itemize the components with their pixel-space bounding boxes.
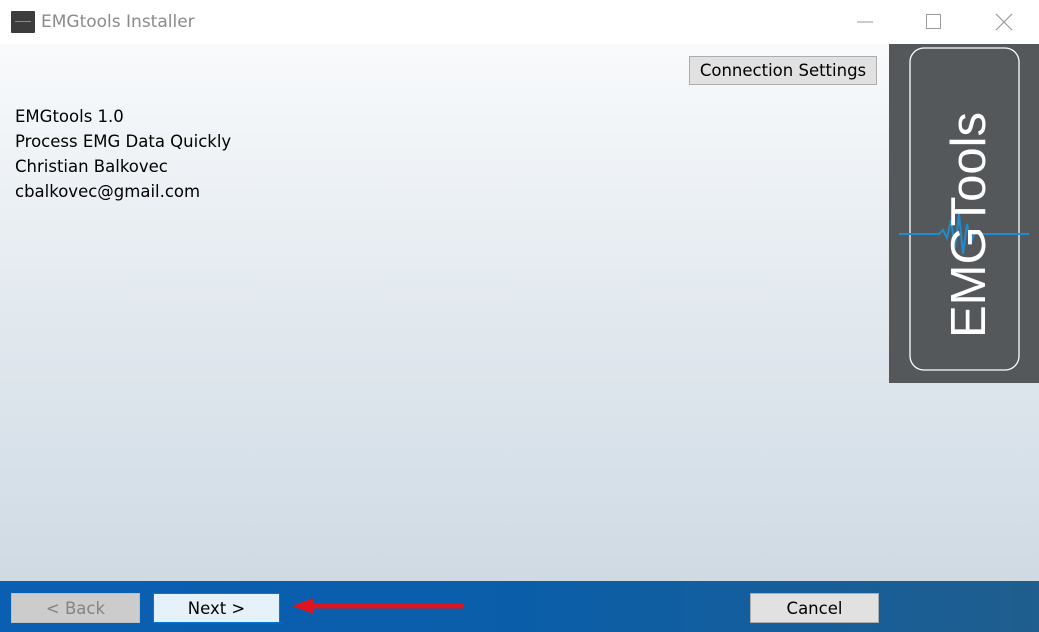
logo-panel: EMGTools: [889, 44, 1039, 383]
minimize-icon: [857, 21, 873, 23]
footer-bar: < Back Next > Cancel: [0, 581, 1039, 632]
close-button[interactable]: [981, 0, 1027, 44]
product-info: EMGtools 1.0 Process EMG Data Quickly Ch…: [15, 104, 231, 204]
app-icon: [11, 11, 35, 33]
minimize-button[interactable]: [842, 0, 888, 44]
installer-window: EMGtools Installer Connection Settings E…: [0, 0, 1039, 632]
close-icon: [995, 13, 1013, 31]
back-button[interactable]: < Back: [11, 593, 140, 623]
emgtools-logo: EMGTools: [899, 47, 1029, 371]
window-title: EMGtools Installer: [41, 12, 195, 32]
author-email: cbalkovec@gmail.com: [15, 182, 201, 201]
logo-text: EMGTools: [942, 112, 996, 338]
maximize-icon: [926, 14, 941, 29]
maximize-button[interactable]: [911, 0, 957, 44]
author-name: Christian Balkovec: [15, 157, 168, 176]
product-name: EMGtools 1.0: [15, 107, 124, 126]
connection-settings-button[interactable]: Connection Settings: [689, 56, 877, 85]
product-tagline: Process EMG Data Quickly: [15, 132, 232, 151]
red-arrow-icon: [292, 598, 464, 614]
cancel-button[interactable]: Cancel: [750, 593, 879, 623]
next-button[interactable]: Next >: [153, 593, 280, 623]
title-bar: EMGtools Installer: [0, 0, 1039, 44]
